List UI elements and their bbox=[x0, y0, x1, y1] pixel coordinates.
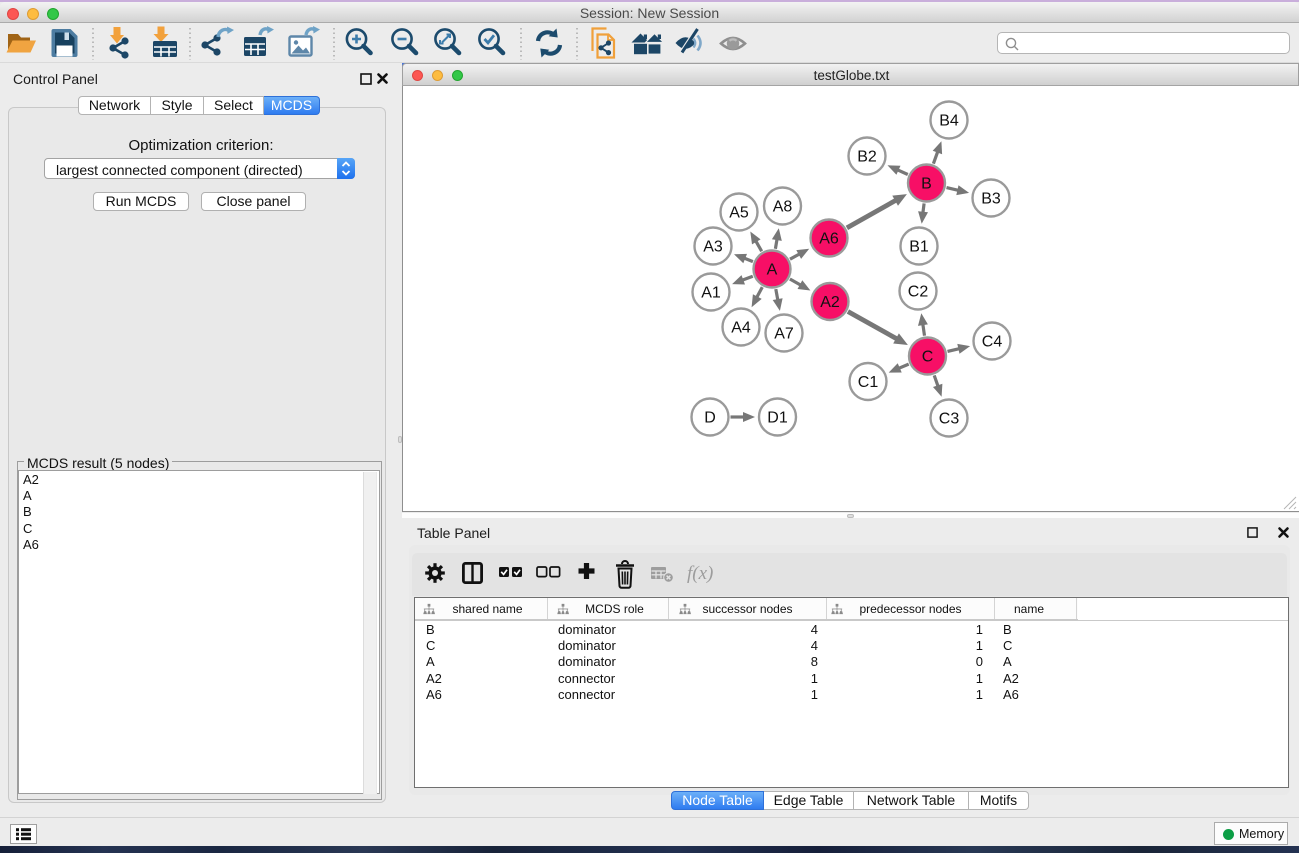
svg-text:C4: C4 bbox=[982, 334, 1003, 351]
svg-text:A6: A6 bbox=[819, 231, 839, 248]
svg-text:D: D bbox=[704, 410, 716, 427]
svg-text:B1: B1 bbox=[909, 239, 929, 256]
svg-text:B4: B4 bbox=[939, 113, 959, 130]
svg-text:A1: A1 bbox=[701, 285, 721, 302]
svg-text:A8: A8 bbox=[773, 199, 793, 216]
svg-text:B3: B3 bbox=[981, 191, 1001, 208]
svg-text:C1: C1 bbox=[858, 374, 879, 391]
svg-text:C3: C3 bbox=[939, 411, 960, 428]
svg-text:D1: D1 bbox=[767, 410, 788, 427]
svg-text:A5: A5 bbox=[729, 205, 749, 222]
svg-text:A2: A2 bbox=[820, 294, 840, 311]
svg-text:B2: B2 bbox=[857, 149, 877, 166]
svg-text:C: C bbox=[922, 349, 934, 366]
svg-text:A: A bbox=[767, 262, 778, 279]
svg-text:B: B bbox=[921, 176, 932, 193]
svg-text:A3: A3 bbox=[703, 239, 723, 256]
svg-text:A4: A4 bbox=[731, 320, 751, 337]
svg-text:f(x): f(x) bbox=[687, 563, 713, 584]
svg-text:C2: C2 bbox=[908, 284, 929, 301]
svg-text:A7: A7 bbox=[774, 326, 794, 343]
